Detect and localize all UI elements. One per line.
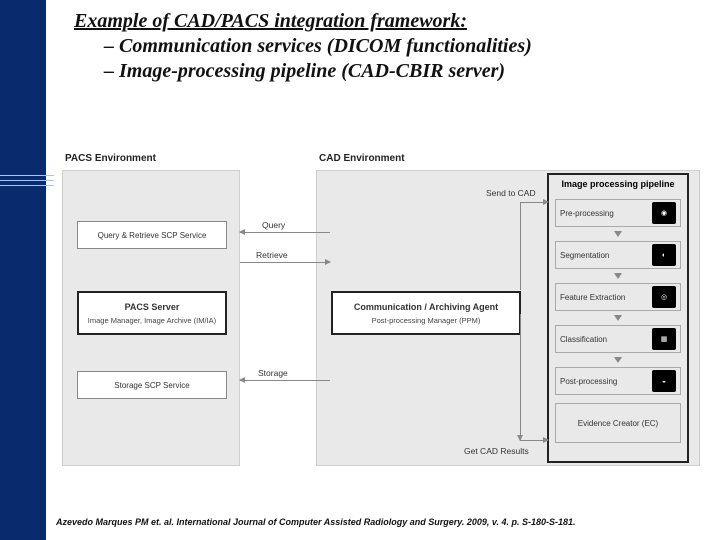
arrow-retrieve — [240, 262, 330, 263]
stage-label: Pre-processing — [560, 209, 614, 218]
comm-agent-sub: Post-processing Manager (PPM) — [372, 316, 481, 325]
stage-label: Post-processing — [560, 377, 617, 386]
arrow-send — [520, 202, 548, 203]
stage-segmentation: Segmentation ◐ — [555, 241, 681, 269]
label-results: Get CAD Results — [464, 446, 529, 456]
arrow-down-icon — [614, 315, 622, 321]
cad-env-title: CAD Environment — [319, 153, 405, 164]
arrow-query — [240, 232, 330, 233]
stage-postprocessing: Post-processing ◒ — [555, 367, 681, 395]
comm-agent-label: Communication / Archiving Agent — [354, 302, 498, 312]
pipeline-title: Image processing pipeline — [549, 175, 687, 195]
arrow-down-icon — [614, 357, 622, 363]
label-storage: Storage — [258, 368, 288, 378]
stage-preprocessing: Pre-processing ◉ — [555, 199, 681, 227]
pacs-server-box: PACS Server Image Manager, Image Archive… — [77, 291, 227, 335]
cad-environment: CAD Environment Communication / Archivin… — [316, 170, 700, 466]
pacs-server-label: PACS Server — [125, 302, 180, 312]
pacs-server-sub: Image Manager, Image Archive (IM/IA) — [88, 316, 216, 325]
query-retrieve-box: Query & Retrieve SCP Service — [77, 221, 227, 249]
storage-scp-box: Storage SCP Service — [77, 371, 227, 399]
slide-accent — [0, 175, 60, 195]
arrow-results-h — [520, 440, 548, 441]
lung-mask-icon: ◐ — [652, 244, 676, 266]
slide-header: Example of CAD/PACS integration framewor… — [0, 0, 720, 87]
arrow-results — [520, 314, 521, 440]
label-send: Send to CAD — [486, 188, 536, 198]
classify-icon: ▦ — [652, 328, 676, 350]
stage-label: Segmentation — [560, 251, 609, 260]
stage-label: Classification — [560, 335, 607, 344]
result-icon: ◒ — [652, 370, 676, 392]
arrow-down-icon — [614, 273, 622, 279]
stage-feature: Feature Extraction ◎ — [555, 283, 681, 311]
arrow-storage — [240, 380, 330, 381]
image-pipeline: Image processing pipeline Pre-processing… — [547, 173, 689, 463]
slide-title: Example of CAD/PACS integration framewor… — [74, 10, 690, 33]
comm-agent-box: Communication / Archiving Agent Post-pro… — [331, 291, 521, 335]
pacs-environment: PACS Environment Query & Retrieve SCP Se… — [62, 170, 240, 466]
arrow-down-icon — [614, 231, 622, 237]
evidence-creator-box: Evidence Creator (EC) — [555, 403, 681, 443]
stage-label: Feature Extraction — [560, 293, 625, 302]
pacs-env-title: PACS Environment — [65, 153, 156, 164]
ct-thumb-icon: ◉ — [652, 202, 676, 224]
label-retrieve: Retrieve — [256, 250, 288, 260]
arrow-send-v — [520, 202, 521, 290]
label-query: Query — [262, 220, 285, 230]
bullet-communication: – Communication services (DICOM function… — [74, 35, 690, 58]
feature-icon: ◎ — [652, 286, 676, 308]
integration-diagram: PACS Environment Query & Retrieve SCP Se… — [54, 144, 708, 500]
citation-text: Azevedo Marques PM et. al. International… — [56, 517, 700, 528]
bullet-pipeline: – Image-processing pipeline (CAD-CBIR se… — [74, 60, 690, 83]
stage-classification: Classification ▦ — [555, 325, 681, 353]
